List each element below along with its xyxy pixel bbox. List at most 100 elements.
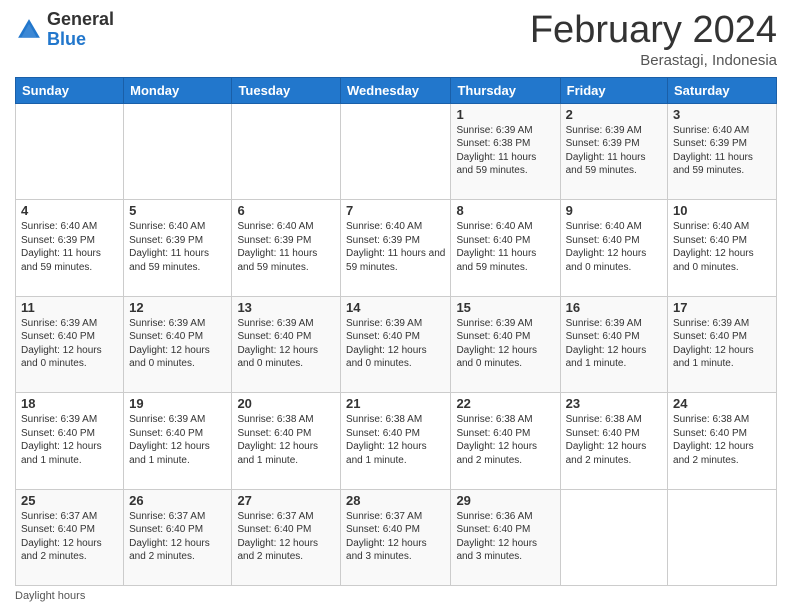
cell-day-number: 15	[456, 300, 554, 315]
calendar-cell	[341, 103, 451, 199]
cell-info: Sunrise: 6:36 AM Sunset: 6:40 PM Dayligh…	[456, 510, 554, 564]
calendar-cell: 5 Sunrise: 6:40 AM Sunset: 6:39 PM Daylig…	[124, 200, 232, 296]
title-block: February 2024 Berastagi, Indonesia	[530, 10, 777, 69]
cell-info: Sunrise: 6:39 AM Sunset: 6:40 PM Dayligh…	[673, 317, 771, 371]
cell-day-number: 27	[237, 493, 335, 508]
calendar-subtitle: Berastagi, Indonesia	[530, 52, 777, 69]
page: General Blue February 2024 Berastagi, In…	[0, 0, 792, 612]
calendar-week-row: 4 Sunrise: 6:40 AM Sunset: 6:39 PM Daylig…	[16, 200, 777, 296]
cell-info: Sunrise: 6:38 AM Sunset: 6:40 PM Dayligh…	[237, 413, 335, 467]
calendar-cell: 21 Sunrise: 6:38 AM Sunset: 6:40 PM Dayli…	[341, 393, 451, 489]
calendar-cell	[668, 489, 777, 585]
cell-info: Sunrise: 6:40 AM Sunset: 6:40 PM Dayligh…	[566, 220, 662, 274]
calendar-week-row: 25 Sunrise: 6:37 AM Sunset: 6:40 PM Dayli…	[16, 489, 777, 585]
cell-info: Sunrise: 6:38 AM Sunset: 6:40 PM Dayligh…	[566, 413, 662, 467]
calendar-cell: 23 Sunrise: 6:38 AM Sunset: 6:40 PM Dayli…	[560, 393, 667, 489]
cell-day-number: 28	[346, 493, 445, 508]
cell-info: Sunrise: 6:40 AM Sunset: 6:39 PM Dayligh…	[21, 220, 118, 274]
cell-day-number: 20	[237, 396, 335, 411]
cell-info: Sunrise: 6:40 AM Sunset: 6:39 PM Dayligh…	[346, 220, 445, 274]
cell-day-number: 2	[566, 107, 662, 122]
calendar-cell: 7 Sunrise: 6:40 AM Sunset: 6:39 PM Daylig…	[341, 200, 451, 296]
footer: Daylight hours	[15, 590, 777, 602]
calendar-cell	[16, 103, 124, 199]
calendar-cell: 16 Sunrise: 6:39 AM Sunset: 6:40 PM Dayli…	[560, 296, 667, 392]
calendar-cell: 28 Sunrise: 6:37 AM Sunset: 6:40 PM Dayli…	[341, 489, 451, 585]
cell-info: Sunrise: 6:38 AM Sunset: 6:40 PM Dayligh…	[673, 413, 771, 467]
calendar-cell	[124, 103, 232, 199]
calendar-cell: 10Sunrise: 6:40 AM Sunset: 6:40 PM Dayli…	[668, 200, 777, 296]
cell-info: Sunrise: 6:39 AM Sunset: 6:39 PM Dayligh…	[566, 124, 662, 178]
calendar-cell: 19Sunrise: 6:39 AM Sunset: 6:40 PM Dayli…	[124, 393, 232, 489]
calendar-cell: 3Sunrise: 6:40 AM Sunset: 6:39 PM Daylig…	[668, 103, 777, 199]
cell-info: Sunrise: 6:39 AM Sunset: 6:40 PM Dayligh…	[21, 413, 118, 467]
calendar-cell: 24 Sunrise: 6:38 AM Sunset: 6:40 PM Dayli…	[668, 393, 777, 489]
calendar-cell: 13 Sunrise: 6:39 AM Sunset: 6:40 PM Dayli…	[232, 296, 341, 392]
cell-info: Sunrise: 6:40 AM Sunset: 6:39 PM Dayligh…	[237, 220, 335, 274]
cell-day-number: 17	[673, 300, 771, 315]
calendar-cell: 2 Sunrise: 6:39 AM Sunset: 6:39 PM Daylig…	[560, 103, 667, 199]
cell-day-number: 10	[673, 203, 771, 218]
cell-day-number: 19	[129, 396, 226, 411]
cell-day-number: 7	[346, 203, 445, 218]
cell-day-number: 29	[456, 493, 554, 508]
cell-info: Sunrise: 6:37 AM Sunset: 6:40 PM Dayligh…	[237, 510, 335, 564]
calendar-cell: 29 Sunrise: 6:36 AM Sunset: 6:40 PM Dayli…	[451, 489, 560, 585]
cell-day-number: 12	[129, 300, 226, 315]
cell-day-number: 16	[566, 300, 662, 315]
calendar-cell: 22Sunrise: 6:38 AM Sunset: 6:40 PM Dayli…	[451, 393, 560, 489]
calendar-cell: 18 Sunrise: 6:39 AM Sunset: 6:40 PM Dayli…	[16, 393, 124, 489]
cell-day-number: 25	[21, 493, 118, 508]
cell-day-number: 6	[237, 203, 335, 218]
cell-day-number: 24	[673, 396, 771, 411]
calendar-cell: 8Sunrise: 6:40 AM Sunset: 6:40 PM Daylig…	[451, 200, 560, 296]
cell-info: Sunrise: 6:37 AM Sunset: 6:40 PM Dayligh…	[21, 510, 118, 564]
header: General Blue February 2024 Berastagi, In…	[15, 10, 777, 69]
calendar-cell	[560, 489, 667, 585]
calendar-cell: 25 Sunrise: 6:37 AM Sunset: 6:40 PM Dayli…	[16, 489, 124, 585]
calendar-week-row: 1Sunrise: 6:39 AM Sunset: 6:38 PM Daylig…	[16, 103, 777, 199]
calendar-cell: 9 Sunrise: 6:40 AM Sunset: 6:40 PM Daylig…	[560, 200, 667, 296]
cell-day-number: 26	[129, 493, 226, 508]
cell-day-number: 22	[456, 396, 554, 411]
calendar-cell: 27 Sunrise: 6:37 AM Sunset: 6:40 PM Dayli…	[232, 489, 341, 585]
cell-day-number: 23	[566, 396, 662, 411]
calendar-title: February 2024	[530, 10, 777, 52]
logo-text: General Blue	[47, 10, 114, 50]
calendar-cell: 26Sunrise: 6:37 AM Sunset: 6:40 PM Dayli…	[124, 489, 232, 585]
cell-info: Sunrise: 6:39 AM Sunset: 6:40 PM Dayligh…	[237, 317, 335, 371]
day-header-friday: Friday	[560, 77, 667, 103]
day-header-monday: Monday	[124, 77, 232, 103]
calendar-cell: 4 Sunrise: 6:40 AM Sunset: 6:39 PM Daylig…	[16, 200, 124, 296]
calendar-week-row: 18 Sunrise: 6:39 AM Sunset: 6:40 PM Dayli…	[16, 393, 777, 489]
cell-info: Sunrise: 6:40 AM Sunset: 6:39 PM Dayligh…	[673, 124, 771, 178]
calendar-cell: 11 Sunrise: 6:39 AM Sunset: 6:40 PM Dayli…	[16, 296, 124, 392]
day-header-sunday: Sunday	[16, 77, 124, 103]
cell-info: Sunrise: 6:39 AM Sunset: 6:40 PM Dayligh…	[346, 317, 445, 371]
cell-day-number: 14	[346, 300, 445, 315]
cell-info: Sunrise: 6:40 AM Sunset: 6:39 PM Dayligh…	[129, 220, 226, 274]
cell-day-number: 5	[129, 203, 226, 218]
logo-icon	[15, 16, 43, 44]
cell-day-number: 4	[21, 203, 118, 218]
day-header-wednesday: Wednesday	[341, 77, 451, 103]
calendar-cell: 14 Sunrise: 6:39 AM Sunset: 6:40 PM Dayli…	[341, 296, 451, 392]
cell-day-number: 13	[237, 300, 335, 315]
cell-info: Sunrise: 6:40 AM Sunset: 6:40 PM Dayligh…	[456, 220, 554, 274]
calendar-header-row: SundayMondayTuesdayWednesdayThursdayFrid…	[16, 77, 777, 103]
cell-day-number: 18	[21, 396, 118, 411]
calendar-cell: 17 Sunrise: 6:39 AM Sunset: 6:40 PM Dayli…	[668, 296, 777, 392]
cell-day-number: 9	[566, 203, 662, 218]
cell-info: Sunrise: 6:37 AM Sunset: 6:40 PM Dayligh…	[346, 510, 445, 564]
cell-day-number: 21	[346, 396, 445, 411]
logo-general: General	[47, 10, 114, 30]
cell-info: Sunrise: 6:39 AM Sunset: 6:40 PM Dayligh…	[129, 317, 226, 371]
cell-info: Sunrise: 6:39 AM Sunset: 6:40 PM Dayligh…	[21, 317, 118, 371]
cell-info: Sunrise: 6:38 AM Sunset: 6:40 PM Dayligh…	[346, 413, 445, 467]
calendar-cell	[232, 103, 341, 199]
cell-info: Sunrise: 6:39 AM Sunset: 6:40 PM Dayligh…	[566, 317, 662, 371]
cell-day-number: 1	[456, 107, 554, 122]
day-header-tuesday: Tuesday	[232, 77, 341, 103]
calendar-cell: 12 Sunrise: 6:39 AM Sunset: 6:40 PM Dayli…	[124, 296, 232, 392]
cell-day-number: 11	[21, 300, 118, 315]
